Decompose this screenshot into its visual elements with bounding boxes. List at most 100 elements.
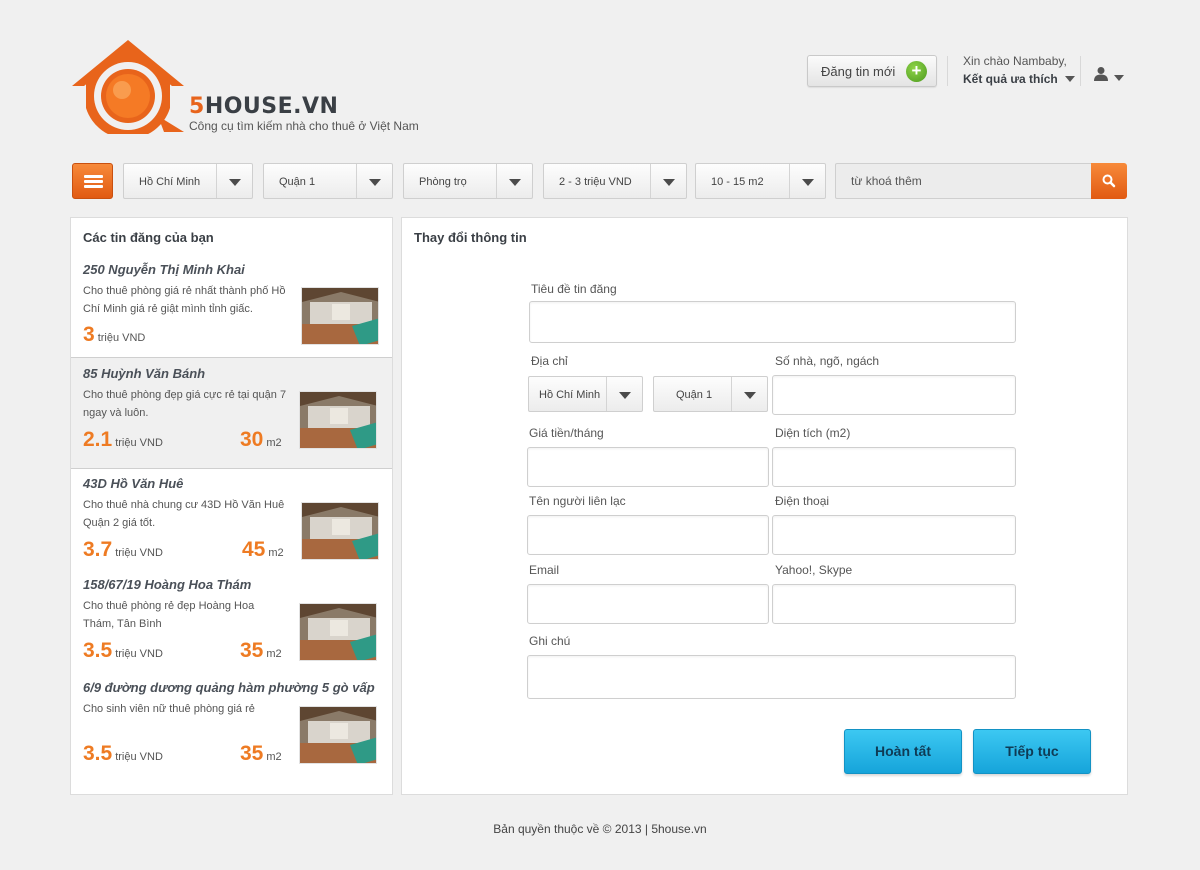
listing-desc: Cho thuê phòng đẹp giá cực rẻ tại quận 7… <box>83 389 287 419</box>
price-select-value: 2 - 3 triệu VND <box>559 176 632 188</box>
note-input[interactable] <box>527 655 1016 699</box>
area-label: Diện tích (m2) <box>775 426 851 440</box>
district-select-value: Quận 1 <box>279 176 316 188</box>
address-district-select[interactable]: Quận 1 <box>653 376 768 412</box>
listing-area: 35 m2 <box>240 639 282 662</box>
divider <box>947 56 948 86</box>
menu-button[interactable] <box>72 163 113 199</box>
listing-item[interactable]: 6/9 đường dương quảng hàm phường 5 gò vấ… <box>71 675 392 775</box>
listing-thumbnail[interactable] <box>299 603 377 661</box>
listing-item[interactable]: 158/67/19 Hoàng Hoa Thám Cho thuê phòng … <box>71 572 392 672</box>
divider <box>1080 56 1081 86</box>
new-post-button[interactable]: Đăng tin mới + <box>807 55 937 87</box>
chevron-down-icon <box>789 164 825 198</box>
listing-desc: Cho thuê phòng rẻ đẹp Hoàng Hoa Thám, Tâ… <box>83 600 255 630</box>
post-title-input[interactable] <box>529 301 1016 343</box>
house-logo-icon <box>72 40 184 134</box>
chevron-down-icon <box>1114 75 1124 81</box>
address-label: Địa chỉ <box>531 354 568 368</box>
contact-name-label: Tên người liên lạc <box>529 494 626 508</box>
area-select-value: 10 - 15 m2 <box>711 176 764 188</box>
search-button[interactable] <box>1091 163 1127 199</box>
note-label: Ghi chú <box>529 634 571 648</box>
listing-title[interactable]: 6/9 đường dương quảng hàm phường 5 gò vấ… <box>83 680 375 695</box>
address-district-value: Quận 1 <box>676 389 713 401</box>
listing-thumbnail[interactable] <box>299 706 377 764</box>
room-photo <box>302 288 378 344</box>
district-select[interactable]: Quận 1 <box>263 163 393 199</box>
new-post-button-label: Đăng tin mới <box>821 63 896 79</box>
price-input[interactable] <box>527 447 769 487</box>
logo-wordmark: 5HOUSE.VN <box>189 94 339 119</box>
city-select-value: Hồ Chí Minh <box>139 176 201 188</box>
logo-tagline: Công cụ tìm kiếm nhà cho thuê ở Việt Nam <box>189 119 419 133</box>
site-logo[interactable]: 5HOUSE.VN Công cụ tìm kiếm nhà cho thuê … <box>72 38 452 138</box>
room-photo <box>300 707 376 763</box>
email-input[interactable] <box>527 584 769 624</box>
room-photo <box>300 392 376 448</box>
footer-copyright: Bản quyền thuộc về © 2013 | 5house.vn <box>493 822 707 836</box>
listing-item[interactable]: 250 Nguyễn Thị Minh Khai Cho thuê phòng … <box>71 256 392 356</box>
contact-name-input[interactable] <box>527 515 769 555</box>
user-icon <box>1094 67 1108 81</box>
my-listings-title: Các tin đăng của bạn <box>83 230 214 245</box>
room-photo <box>302 503 378 559</box>
favorites-dropdown[interactable]: Kết quả ưa thích <box>963 72 1075 86</box>
listing-thumbnail[interactable] <box>301 502 379 560</box>
continue-button[interactable]: Tiếp tục <box>973 729 1091 774</box>
menu-icon-bar <box>84 180 103 183</box>
listing-title[interactable]: 158/67/19 Hoàng Hoa Thám <box>83 577 251 592</box>
listing-area: 30 m2 <box>240 428 282 451</box>
listing-price: 2.1 triệu VND <box>83 428 163 451</box>
chevron-down-icon <box>496 164 532 198</box>
listing-title[interactable]: 250 Nguyễn Thị Minh Khai <box>83 262 245 277</box>
house-number-input[interactable] <box>772 375 1016 415</box>
type-select-value: Phòng trọ <box>419 176 467 188</box>
finish-button[interactable]: Hoàn tất <box>844 729 962 774</box>
type-select[interactable]: Phòng trọ <box>403 163 533 199</box>
address-city-value: Hồ Chí Minh <box>539 389 601 401</box>
phone-input[interactable] <box>772 515 1016 555</box>
listing-area: 45 m2 <box>242 538 284 561</box>
post-title-label: Tiêu đề tin đăng <box>531 282 617 296</box>
listing-price: 3.5 triệu VND <box>83 742 163 765</box>
edit-info-title: Thay đổi thông tin <box>414 230 527 245</box>
user-menu-button[interactable] <box>1093 66 1127 86</box>
area-select[interactable]: 10 - 15 m2 <box>695 163 826 199</box>
chevron-down-icon <box>1064 76 1075 82</box>
chevron-down-icon <box>731 377 767 411</box>
listing-thumbnail[interactable] <box>301 287 379 345</box>
listing-title[interactable]: 43D Hồ Văn Huê <box>83 476 183 491</box>
email-label: Email <box>529 563 560 577</box>
listing-desc: Cho thuê nhà chung cư 43D Hồ Văn Huê Quậ… <box>83 499 285 529</box>
my-listings-panel: Các tin đăng của bạn 250 Nguyễn Thị Minh… <box>70 217 393 795</box>
im-label: Yahoo!, Skype <box>775 563 853 577</box>
city-select[interactable]: Hồ Chí Minh <box>123 163 253 199</box>
listing-price: 3 triệu VND <box>83 323 146 346</box>
house-number-label: Số nhà, ngõ, ngách <box>775 354 880 368</box>
listing-desc: Cho sinh viên nữ thuê phòng giá rẻ <box>83 703 255 715</box>
user-greeting: Xin chào Nambaby, <box>963 54 1067 68</box>
listing-item[interactable]: 43D Hồ Văn Huê Cho thuê nhà chung cư 43D… <box>71 470 392 570</box>
chevron-down-icon <box>356 164 392 198</box>
chevron-down-icon <box>216 164 252 198</box>
im-input[interactable] <box>772 584 1016 624</box>
listing-price: 3.7 triệu VND <box>83 538 163 561</box>
room-photo <box>300 604 376 660</box>
chevron-down-icon <box>606 377 642 411</box>
search-icon <box>1102 174 1116 188</box>
listing-desc: Cho thuê phòng giá rẻ nhất thành phố Hồ … <box>83 285 286 315</box>
keyword-search-input[interactable]: từ khoá thêm <box>835 163 1092 199</box>
listing-area: 35 m2 <box>240 742 282 765</box>
plus-icon: + <box>906 61 927 82</box>
chevron-down-icon <box>650 164 686 198</box>
area-input[interactable] <box>772 447 1016 487</box>
menu-icon-bar <box>84 185 103 188</box>
address-city-select[interactable]: Hồ Chí Minh <box>528 376 643 412</box>
listing-title[interactable]: 85 Huỳnh Văn Bánh <box>83 366 205 381</box>
price-select[interactable]: 2 - 3 triệu VND <box>543 163 687 199</box>
listing-thumbnail[interactable] <box>299 391 377 449</box>
menu-icon-bar <box>84 175 103 178</box>
listing-price: 3.5 triệu VND <box>83 639 163 662</box>
listing-item-selected[interactable]: 85 Huỳnh Văn Bánh Cho thuê phòng đẹp giá… <box>71 357 392 469</box>
